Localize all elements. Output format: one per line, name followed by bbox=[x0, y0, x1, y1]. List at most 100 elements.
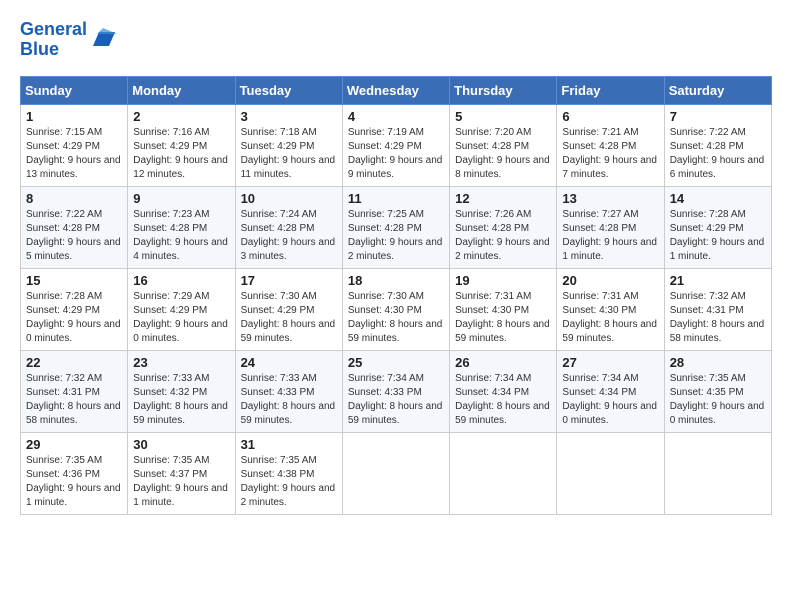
calendar-cell: 15 Sunrise: 7:28 AM Sunset: 4:29 PM Dayl… bbox=[21, 268, 128, 350]
calendar-cell: 7 Sunrise: 7:22 AM Sunset: 4:28 PM Dayli… bbox=[664, 104, 771, 186]
day-info: Sunrise: 7:15 AM Sunset: 4:29 PM Dayligh… bbox=[26, 126, 122, 182]
calendar-week-row: 15 Sunrise: 7:28 AM Sunset: 4:29 PM Dayl… bbox=[21, 268, 772, 350]
calendar-cell: 12 Sunrise: 7:26 AM Sunset: 4:28 PM Dayl… bbox=[450, 186, 557, 268]
weekday-header: Wednesday bbox=[342, 76, 449, 104]
calendar-week-row: 29 Sunrise: 7:35 AM Sunset: 4:36 PM Dayl… bbox=[21, 432, 772, 514]
day-number: 17 bbox=[241, 273, 337, 288]
calendar-week-row: 8 Sunrise: 7:22 AM Sunset: 4:28 PM Dayli… bbox=[21, 186, 772, 268]
day-info: Sunrise: 7:24 AM Sunset: 4:28 PM Dayligh… bbox=[241, 208, 337, 264]
day-info: Sunrise: 7:19 AM Sunset: 4:29 PM Dayligh… bbox=[348, 126, 444, 182]
weekday-header: Sunday bbox=[21, 76, 128, 104]
calendar-cell: 8 Sunrise: 7:22 AM Sunset: 4:28 PM Dayli… bbox=[21, 186, 128, 268]
day-number: 22 bbox=[26, 355, 122, 370]
calendar-cell: 30 Sunrise: 7:35 AM Sunset: 4:37 PM Dayl… bbox=[128, 432, 235, 514]
day-number: 1 bbox=[26, 109, 122, 124]
calendar-cell: 14 Sunrise: 7:28 AM Sunset: 4:29 PM Dayl… bbox=[664, 186, 771, 268]
day-number: 5 bbox=[455, 109, 551, 124]
calendar-cell: 10 Sunrise: 7:24 AM Sunset: 4:28 PM Dayl… bbox=[235, 186, 342, 268]
calendar-cell: 19 Sunrise: 7:31 AM Sunset: 4:30 PM Dayl… bbox=[450, 268, 557, 350]
calendar-cell: 31 Sunrise: 7:35 AM Sunset: 4:38 PM Dayl… bbox=[235, 432, 342, 514]
calendar-cell: 16 Sunrise: 7:29 AM Sunset: 4:29 PM Dayl… bbox=[128, 268, 235, 350]
day-number: 19 bbox=[455, 273, 551, 288]
day-info: Sunrise: 7:20 AM Sunset: 4:28 PM Dayligh… bbox=[455, 126, 551, 182]
day-info: Sunrise: 7:35 AM Sunset: 4:38 PM Dayligh… bbox=[241, 454, 337, 510]
day-info: Sunrise: 7:27 AM Sunset: 4:28 PM Dayligh… bbox=[562, 208, 658, 264]
logo: GeneralBlue bbox=[20, 20, 117, 60]
day-info: Sunrise: 7:21 AM Sunset: 4:28 PM Dayligh… bbox=[562, 126, 658, 182]
day-info: Sunrise: 7:28 AM Sunset: 4:29 PM Dayligh… bbox=[26, 290, 122, 346]
weekday-header: Friday bbox=[557, 76, 664, 104]
weekday-header: Monday bbox=[128, 76, 235, 104]
calendar-cell: 2 Sunrise: 7:16 AM Sunset: 4:29 PM Dayli… bbox=[128, 104, 235, 186]
day-number: 20 bbox=[562, 273, 658, 288]
day-number: 10 bbox=[241, 191, 337, 206]
calendar-cell: 4 Sunrise: 7:19 AM Sunset: 4:29 PM Dayli… bbox=[342, 104, 449, 186]
day-info: Sunrise: 7:34 AM Sunset: 4:34 PM Dayligh… bbox=[562, 372, 658, 428]
day-info: Sunrise: 7:23 AM Sunset: 4:28 PM Dayligh… bbox=[133, 208, 229, 264]
calendar-cell: 13 Sunrise: 7:27 AM Sunset: 4:28 PM Dayl… bbox=[557, 186, 664, 268]
day-info: Sunrise: 7:22 AM Sunset: 4:28 PM Dayligh… bbox=[670, 126, 766, 182]
day-number: 15 bbox=[26, 273, 122, 288]
day-info: Sunrise: 7:32 AM Sunset: 4:31 PM Dayligh… bbox=[26, 372, 122, 428]
calendar-week-row: 22 Sunrise: 7:32 AM Sunset: 4:31 PM Dayl… bbox=[21, 350, 772, 432]
weekday-header: Thursday bbox=[450, 76, 557, 104]
day-info: Sunrise: 7:34 AM Sunset: 4:33 PM Dayligh… bbox=[348, 372, 444, 428]
day-info: Sunrise: 7:29 AM Sunset: 4:29 PM Dayligh… bbox=[133, 290, 229, 346]
calendar-cell: 28 Sunrise: 7:35 AM Sunset: 4:35 PM Dayl… bbox=[664, 350, 771, 432]
day-number: 24 bbox=[241, 355, 337, 370]
day-number: 21 bbox=[670, 273, 766, 288]
day-number: 30 bbox=[133, 437, 229, 452]
calendar-cell: 26 Sunrise: 7:34 AM Sunset: 4:34 PM Dayl… bbox=[450, 350, 557, 432]
day-info: Sunrise: 7:26 AM Sunset: 4:28 PM Dayligh… bbox=[455, 208, 551, 264]
day-info: Sunrise: 7:30 AM Sunset: 4:30 PM Dayligh… bbox=[348, 290, 444, 346]
day-info: Sunrise: 7:35 AM Sunset: 4:35 PM Dayligh… bbox=[670, 372, 766, 428]
day-info: Sunrise: 7:31 AM Sunset: 4:30 PM Dayligh… bbox=[455, 290, 551, 346]
calendar-cell bbox=[342, 432, 449, 514]
calendar-cell: 3 Sunrise: 7:18 AM Sunset: 4:29 PM Dayli… bbox=[235, 104, 342, 186]
calendar-cell: 21 Sunrise: 7:32 AM Sunset: 4:31 PM Dayl… bbox=[664, 268, 771, 350]
calendar-cell bbox=[557, 432, 664, 514]
day-info: Sunrise: 7:33 AM Sunset: 4:33 PM Dayligh… bbox=[241, 372, 337, 428]
calendar-cell: 20 Sunrise: 7:31 AM Sunset: 4:30 PM Dayl… bbox=[557, 268, 664, 350]
weekday-header: Tuesday bbox=[235, 76, 342, 104]
day-number: 12 bbox=[455, 191, 551, 206]
calendar-cell: 11 Sunrise: 7:25 AM Sunset: 4:28 PM Dayl… bbox=[342, 186, 449, 268]
day-number: 23 bbox=[133, 355, 229, 370]
day-number: 28 bbox=[670, 355, 766, 370]
calendar-table: SundayMondayTuesdayWednesdayThursdayFrid… bbox=[20, 76, 772, 515]
logo-icon bbox=[89, 26, 117, 54]
day-number: 4 bbox=[348, 109, 444, 124]
day-number: 6 bbox=[562, 109, 658, 124]
logo-text: GeneralBlue bbox=[20, 20, 87, 60]
calendar-week-row: 1 Sunrise: 7:15 AM Sunset: 4:29 PM Dayli… bbox=[21, 104, 772, 186]
day-number: 11 bbox=[348, 191, 444, 206]
calendar-cell bbox=[664, 432, 771, 514]
day-number: 26 bbox=[455, 355, 551, 370]
day-info: Sunrise: 7:35 AM Sunset: 4:36 PM Dayligh… bbox=[26, 454, 122, 510]
day-number: 14 bbox=[670, 191, 766, 206]
day-info: Sunrise: 7:32 AM Sunset: 4:31 PM Dayligh… bbox=[670, 290, 766, 346]
calendar-cell: 5 Sunrise: 7:20 AM Sunset: 4:28 PM Dayli… bbox=[450, 104, 557, 186]
calendar-cell: 25 Sunrise: 7:34 AM Sunset: 4:33 PM Dayl… bbox=[342, 350, 449, 432]
day-number: 31 bbox=[241, 437, 337, 452]
calendar-cell: 6 Sunrise: 7:21 AM Sunset: 4:28 PM Dayli… bbox=[557, 104, 664, 186]
calendar-cell: 29 Sunrise: 7:35 AM Sunset: 4:36 PM Dayl… bbox=[21, 432, 128, 514]
day-info: Sunrise: 7:22 AM Sunset: 4:28 PM Dayligh… bbox=[26, 208, 122, 264]
day-info: Sunrise: 7:33 AM Sunset: 4:32 PM Dayligh… bbox=[133, 372, 229, 428]
day-info: Sunrise: 7:18 AM Sunset: 4:29 PM Dayligh… bbox=[241, 126, 337, 182]
calendar-body: 1 Sunrise: 7:15 AM Sunset: 4:29 PM Dayli… bbox=[21, 104, 772, 514]
day-info: Sunrise: 7:16 AM Sunset: 4:29 PM Dayligh… bbox=[133, 126, 229, 182]
calendar-cell bbox=[450, 432, 557, 514]
day-number: 29 bbox=[26, 437, 122, 452]
day-number: 3 bbox=[241, 109, 337, 124]
day-number: 16 bbox=[133, 273, 229, 288]
calendar-cell: 27 Sunrise: 7:34 AM Sunset: 4:34 PM Dayl… bbox=[557, 350, 664, 432]
calendar-cell: 9 Sunrise: 7:23 AM Sunset: 4:28 PM Dayli… bbox=[128, 186, 235, 268]
calendar-cell: 24 Sunrise: 7:33 AM Sunset: 4:33 PM Dayl… bbox=[235, 350, 342, 432]
day-number: 8 bbox=[26, 191, 122, 206]
day-number: 7 bbox=[670, 109, 766, 124]
page-header: GeneralBlue bbox=[20, 20, 772, 60]
day-number: 2 bbox=[133, 109, 229, 124]
day-info: Sunrise: 7:31 AM Sunset: 4:30 PM Dayligh… bbox=[562, 290, 658, 346]
day-info: Sunrise: 7:30 AM Sunset: 4:29 PM Dayligh… bbox=[241, 290, 337, 346]
